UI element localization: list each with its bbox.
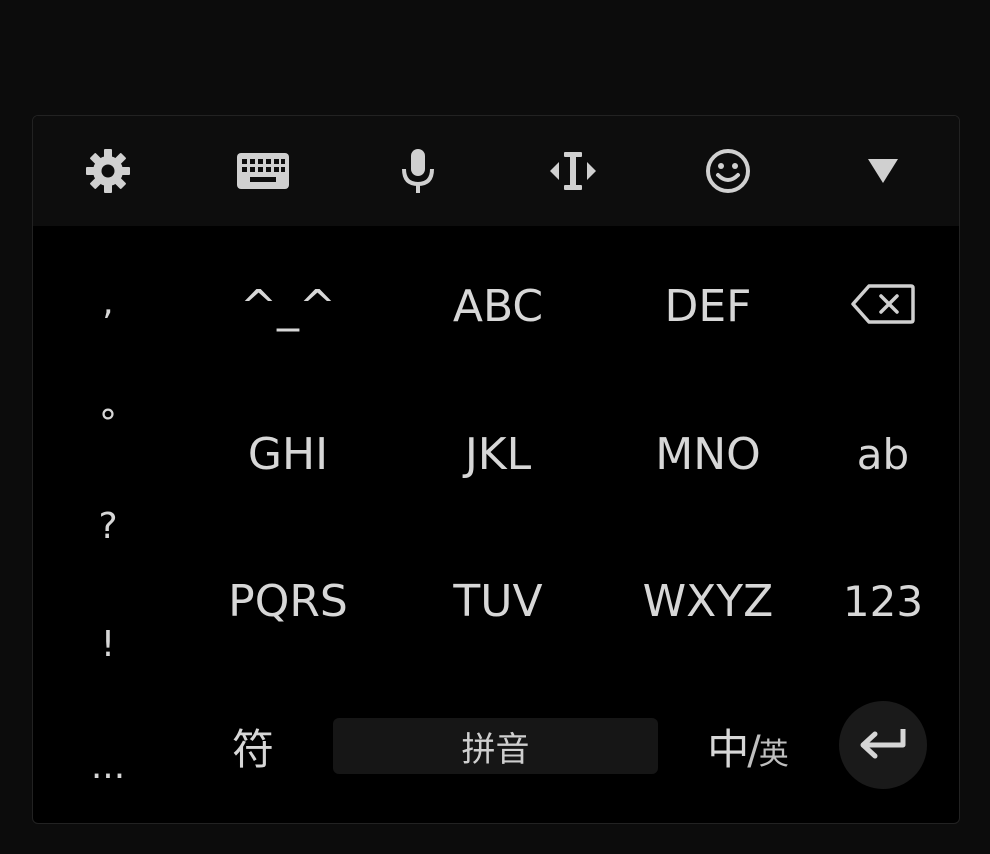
microphone-icon bbox=[398, 147, 438, 195]
key-jkl[interactable]: JKL bbox=[398, 414, 598, 494]
punct-ellipsis-key[interactable]: ... bbox=[73, 736, 143, 796]
cursor-move-icon bbox=[548, 149, 598, 193]
hide-keyboard-button[interactable] bbox=[828, 116, 938, 226]
gear-icon bbox=[84, 147, 132, 195]
backspace-button[interactable] bbox=[823, 266, 943, 346]
emoji-icon bbox=[704, 147, 752, 195]
key-mno[interactable]: MNO bbox=[608, 414, 808, 494]
settings-button[interactable] bbox=[53, 116, 163, 226]
key-tuv[interactable]: TUV bbox=[398, 561, 598, 641]
key-ghi[interactable]: GHI bbox=[188, 414, 388, 494]
key-123-switch[interactable]: 123 bbox=[823, 561, 943, 641]
symbols-key[interactable]: 符 bbox=[213, 711, 293, 781]
pinyin-space-key[interactable]: 拼音 bbox=[333, 718, 658, 774]
key-pqrs[interactable]: PQRS bbox=[188, 561, 388, 641]
lang-chinese-label: 中 bbox=[707, 725, 750, 774]
enter-icon bbox=[857, 726, 909, 764]
keyboard-icon bbox=[236, 152, 290, 190]
key-def[interactable]: DEF bbox=[608, 266, 808, 346]
keyboard-switch-button[interactable] bbox=[208, 116, 318, 226]
key-emoticon[interactable]: ^_^ bbox=[188, 266, 388, 346]
pinyin-label: 拼音 bbox=[461, 729, 530, 770]
language-toggle-key[interactable]: 中 / 英 bbox=[693, 716, 803, 776]
cursor-move-button[interactable] bbox=[518, 116, 628, 226]
lang-english-label: 英 bbox=[758, 737, 789, 772]
key-ab-switch[interactable]: ab bbox=[823, 414, 943, 494]
punct-comma-key[interactable]: , bbox=[73, 272, 143, 332]
keyboard-panel: , ° ? ! ... ^_^ ABC DEF GHI JKL MNO ab P… bbox=[32, 115, 960, 824]
key-abc[interactable]: ABC bbox=[398, 266, 598, 346]
punct-degree-key[interactable]: ° bbox=[73, 393, 143, 453]
punct-question-key[interactable]: ? bbox=[73, 496, 143, 556]
enter-button[interactable] bbox=[839, 701, 927, 789]
backspace-icon bbox=[851, 283, 915, 329]
key-wxyz[interactable]: WXYZ bbox=[608, 561, 808, 641]
voice-input-button[interactable] bbox=[363, 116, 473, 226]
punct-exclaim-key[interactable]: ! bbox=[73, 614, 143, 674]
emoji-button[interactable] bbox=[673, 116, 783, 226]
hide-keyboard-icon bbox=[866, 156, 900, 186]
keyboard-toolbar bbox=[33, 116, 959, 226]
